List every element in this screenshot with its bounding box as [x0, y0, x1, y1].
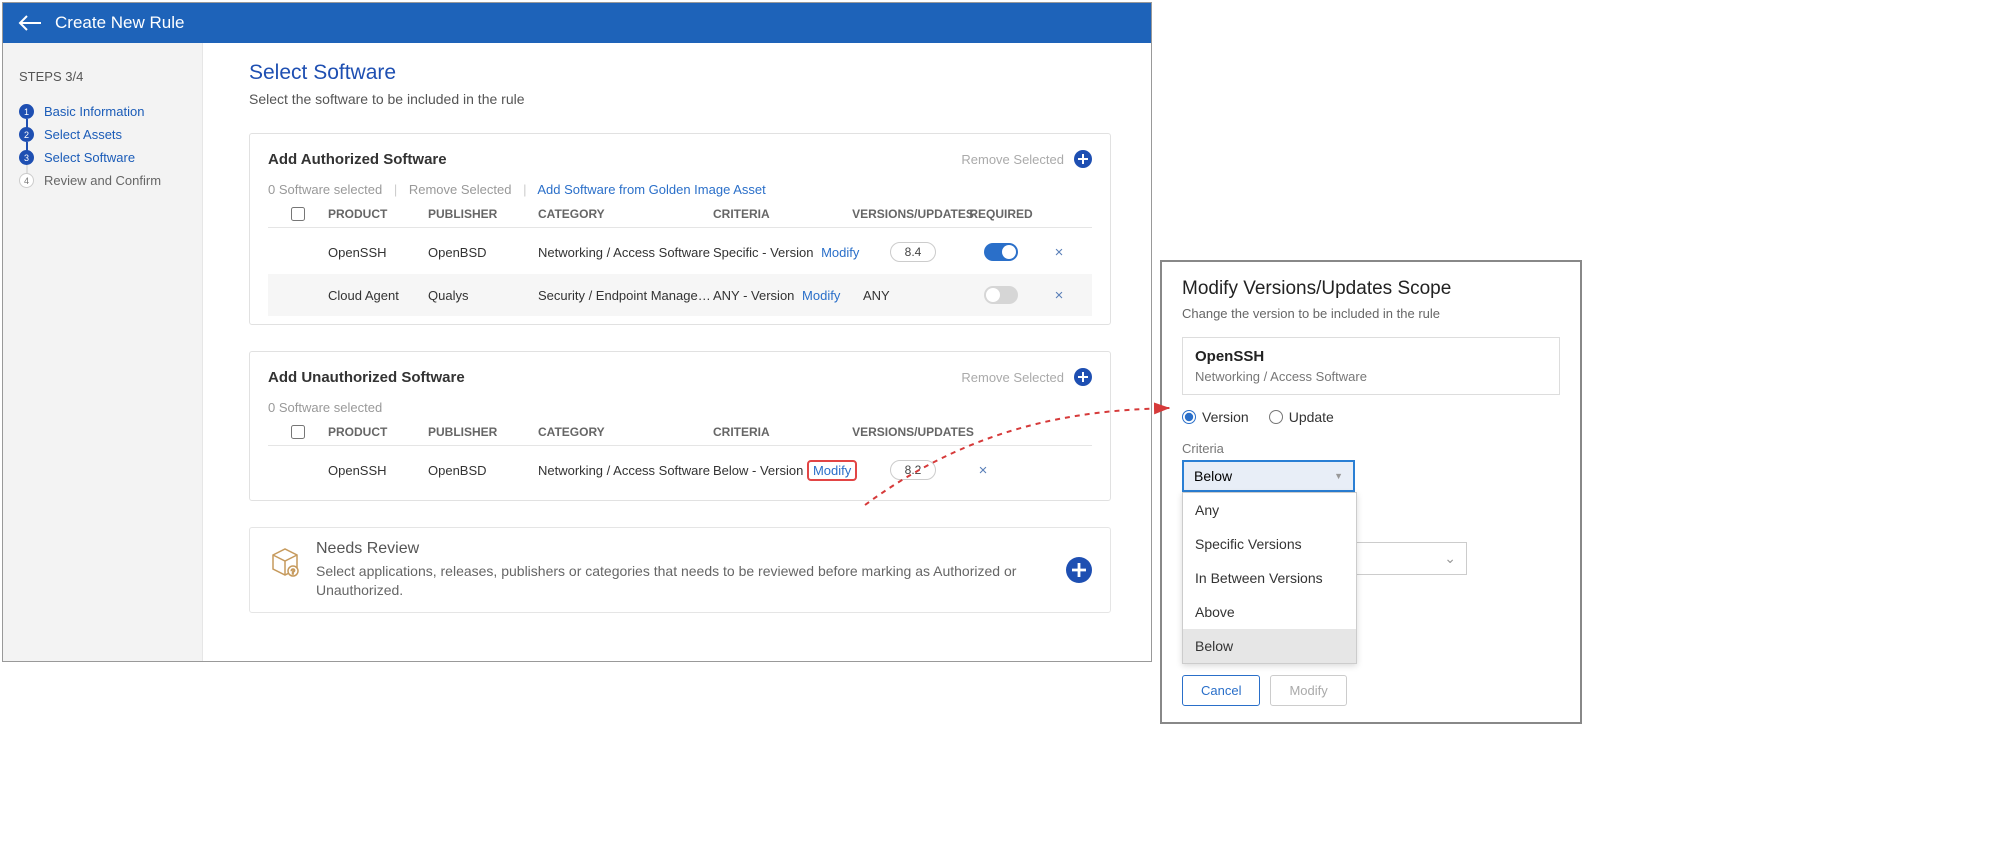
- chevron-down-icon: ⌄: [1444, 550, 1456, 567]
- step-number-icon: 4: [19, 173, 34, 188]
- select-all-checkbox[interactable]: [291, 425, 305, 439]
- category-cell: Security / Endpoint Managem...: [538, 288, 713, 303]
- criteria-cell: Below - Version Modify: [713, 463, 863, 478]
- needs-review-text: Select applications, releases, publisher…: [316, 562, 1036, 600]
- step-review-confirm[interactable]: 4 Review and Confirm: [19, 173, 190, 188]
- step-number-icon: 3: [19, 150, 34, 165]
- titlebar: Create New Rule: [3, 3, 1151, 43]
- modify-versions-popup: Modify Versions/Updates Scope Change the…: [1160, 260, 1582, 724]
- auth-table-header: PRODUCT PUBLISHER CATEGORY CRITERIA VERS…: [268, 207, 1092, 228]
- criteria-option[interactable]: Above: [1183, 595, 1356, 629]
- select-all-checkbox[interactable]: [291, 207, 305, 221]
- criteria-dropdown[interactable]: Below ▼ Any Specific Versions In Between…: [1182, 460, 1355, 492]
- criteria-cell: ANY - Version Modify: [713, 288, 863, 303]
- main-subtitle: Select the software to be included in th…: [249, 91, 1111, 107]
- table-row: Cloud Agent Qualys Security / Endpoint M…: [268, 274, 1092, 316]
- step-label: Review and Confirm: [44, 173, 161, 188]
- package-icon: ?: [268, 543, 302, 577]
- step-label: Select Software: [44, 150, 135, 165]
- selected-count: 0 Software selected: [268, 400, 382, 415]
- selected-count: 0 Software selected: [268, 182, 382, 197]
- step-basic-information[interactable]: 1 Basic Information: [19, 104, 190, 119]
- criteria-option[interactable]: Any: [1183, 493, 1356, 527]
- step-number-icon: 1: [19, 104, 34, 119]
- popup-subtitle: Change the version to be included in the…: [1182, 306, 1560, 321]
- step-select-software[interactable]: 3 Select Software: [19, 150, 190, 165]
- add-authorized-button[interactable]: [1074, 150, 1092, 168]
- add-needs-review-button[interactable]: [1066, 557, 1092, 583]
- publisher-cell: OpenBSD: [428, 245, 538, 260]
- software-name: OpenSSH: [1195, 348, 1547, 365]
- remove-selected-inline[interactable]: Remove Selected: [409, 182, 512, 197]
- back-arrow-icon[interactable]: [17, 14, 41, 32]
- needs-review-title: Needs Review: [316, 540, 1036, 558]
- delete-row-icon[interactable]: ×: [1039, 287, 1079, 304]
- step-label: Basic Information: [44, 104, 144, 119]
- publisher-cell: Qualys: [428, 288, 538, 303]
- add-unauthorized-button[interactable]: [1074, 368, 1092, 386]
- version-badge: 8.4: [890, 242, 937, 262]
- radio-update[interactable]: Update: [1269, 409, 1334, 425]
- unauthorized-title: Add Unauthorized Software: [268, 369, 465, 386]
- criteria-selected-value: Below: [1194, 468, 1232, 484]
- popup-title: Modify Versions/Updates Scope: [1182, 278, 1560, 300]
- modify-link-highlighted[interactable]: Modify: [813, 463, 851, 478]
- radio-version[interactable]: Version: [1182, 409, 1249, 425]
- main-heading: Select Software: [249, 61, 1111, 85]
- software-summary: OpenSSH Networking / Access Software: [1182, 337, 1560, 395]
- steps-counter: STEPS 3/4: [19, 69, 190, 84]
- needs-review-card: ? Needs Review Select applications, rele…: [249, 527, 1111, 613]
- steps-sidebar: STEPS 3/4 1 Basic Information 2 Select A…: [3, 43, 203, 661]
- table-row: OpenSSH OpenBSD Networking / Access Soft…: [268, 230, 1092, 274]
- software-category: Networking / Access Software: [1195, 369, 1547, 384]
- criteria-cell: Specific - Version Modify: [713, 245, 863, 260]
- version-cell: ANY: [863, 288, 890, 303]
- required-toggle[interactable]: [984, 286, 1018, 304]
- modify-link[interactable]: Modify: [821, 245, 859, 260]
- remove-selected-link[interactable]: Remove Selected: [961, 152, 1064, 167]
- modify-link[interactable]: Modify: [802, 288, 840, 303]
- criteria-option-selected[interactable]: Below: [1183, 629, 1356, 663]
- product-cell: Cloud Agent: [328, 288, 428, 303]
- authorized-software-card: Add Authorized Software Remove Selected …: [249, 133, 1111, 325]
- criteria-option[interactable]: In Between Versions: [1183, 561, 1356, 595]
- category-cell: Networking / Access Software: [538, 245, 713, 260]
- authorized-title: Add Authorized Software: [268, 151, 447, 168]
- criteria-option[interactable]: Specific Versions: [1183, 527, 1356, 561]
- page-title: Create New Rule: [55, 13, 184, 33]
- category-cell: Networking / Access Software: [538, 463, 713, 478]
- criteria-label: Criteria: [1182, 441, 1560, 456]
- step-label: Select Assets: [44, 127, 122, 142]
- criteria-dropdown-menu: Any Specific Versions In Between Version…: [1182, 492, 1357, 664]
- add-golden-image-link[interactable]: Add Software from Golden Image Asset: [537, 182, 765, 197]
- required-toggle[interactable]: [984, 243, 1018, 261]
- chevron-down-icon: ▼: [1334, 471, 1343, 481]
- step-select-assets[interactable]: 2 Select Assets: [19, 127, 190, 142]
- product-cell: OpenSSH: [328, 245, 428, 260]
- remove-selected-link[interactable]: Remove Selected: [961, 370, 1064, 385]
- modify-button[interactable]: Modify: [1270, 675, 1346, 706]
- svg-text:?: ?: [291, 569, 295, 576]
- step-number-icon: 2: [19, 127, 34, 142]
- product-cell: OpenSSH: [328, 463, 428, 478]
- delete-row-icon[interactable]: ×: [1039, 244, 1079, 261]
- callout-arrow-icon: [860, 400, 1180, 520]
- cancel-button[interactable]: Cancel: [1182, 675, 1260, 706]
- publisher-cell: OpenBSD: [428, 463, 538, 478]
